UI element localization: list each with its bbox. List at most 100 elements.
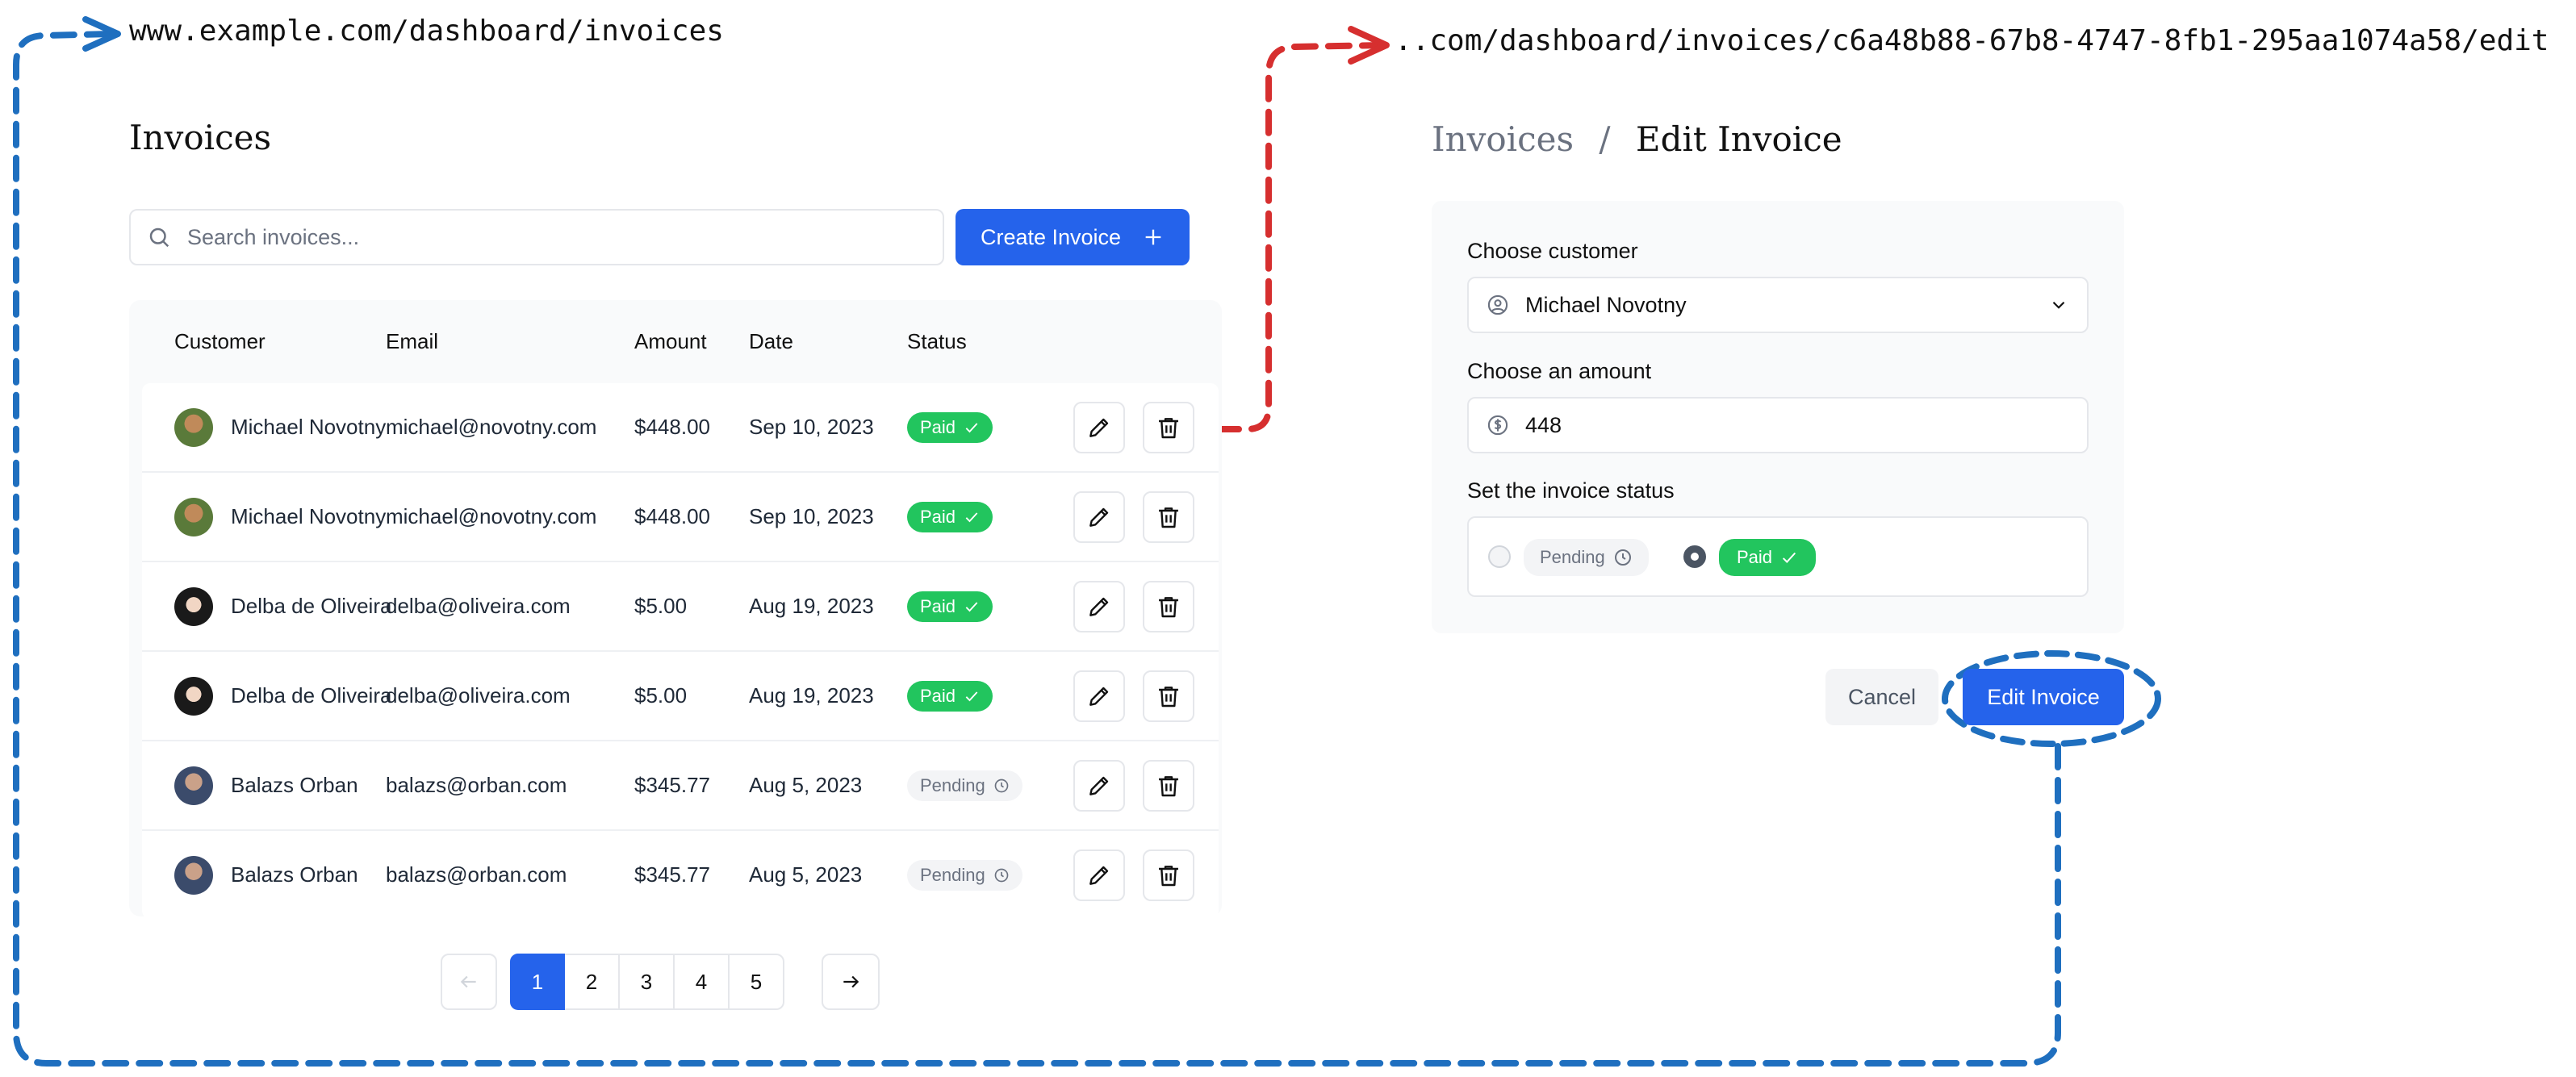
trash-icon: [1159, 776, 1178, 797]
status-option-paid[interactable]: Paid: [1719, 539, 1817, 576]
column-amount: Amount: [634, 329, 707, 353]
delete-invoice-button[interactable]: [1143, 581, 1194, 632]
invoice-amount: $5.00: [634, 594, 688, 618]
delete-invoice-button[interactable]: [1143, 670, 1194, 722]
invoice-date: Sep 10, 2023: [749, 415, 874, 439]
avatar: [174, 855, 213, 895]
status-label: Paid: [920, 595, 956, 616]
search-input[interactable]: [186, 223, 915, 251]
pencil-icon: [1089, 418, 1109, 437]
status-badge: Pending: [907, 770, 1022, 801]
avatar: [174, 676, 213, 716]
delete-invoice-button[interactable]: [1143, 491, 1194, 543]
customer-email: balazs@orban.com: [386, 862, 567, 887]
edit-invoice-button[interactable]: [1073, 760, 1125, 812]
invoice-amount: $345.77: [634, 773, 710, 797]
status-label: Paid: [920, 506, 956, 527]
status-radio-group: Pending Paid: [1467, 516, 2089, 597]
pencil-icon: [1089, 776, 1109, 795]
invoice-date: Aug 19, 2023: [749, 594, 874, 618]
status-label-heading: Set the invoice status: [1467, 478, 1675, 503]
table-row: Delba de Oliveira delba@oliveira.com $5.…: [142, 562, 1219, 652]
breadcrumb-separator: /: [1599, 119, 1611, 159]
breadcrumb-parent[interactable]: Invoices: [1432, 119, 1574, 159]
customer-select-value: Michael Novotny: [1525, 292, 1687, 317]
pencil-icon: [1089, 687, 1109, 706]
pagination-page-2[interactable]: 2: [565, 954, 620, 1010]
avatar: [174, 587, 213, 626]
pagination-page-3[interactable]: 3: [620, 954, 675, 1010]
dollar-icon: [1487, 415, 1508, 436]
trash-icon: [1159, 866, 1178, 887]
customer-email: balazs@orban.com: [386, 773, 567, 797]
customer-name: Michael Novotny: [231, 504, 387, 528]
delete-invoice-button[interactable]: [1143, 760, 1194, 812]
invoice-date: Sep 10, 2023: [749, 504, 874, 528]
search-icon: [149, 228, 169, 248]
pagination-page-5[interactable]: 5: [730, 954, 784, 1010]
breadcrumb: Invoices / Edit Invoice: [1432, 119, 1842, 159]
radio-pending[interactable]: [1488, 545, 1511, 568]
status-option-pending[interactable]: Pending: [1524, 539, 1649, 576]
status-badge: Paid: [907, 501, 993, 532]
customer-email: michael@novotny.com: [386, 415, 597, 439]
table-row: Balazs Orban balazs@orban.com $345.77 Au…: [142, 831, 1219, 919]
page-title: Invoices: [129, 118, 272, 157]
trash-icon: [1159, 507, 1178, 528]
user-circle-icon: [1487, 294, 1508, 315]
edit-invoice-button[interactable]: [1073, 402, 1125, 453]
check-icon: [1783, 552, 1796, 563]
customer-label: Choose customer: [1467, 239, 1638, 263]
edit-invoice-submit-button[interactable]: Edit Invoice: [1963, 669, 2124, 725]
edit-invoice-button[interactable]: [1073, 849, 1125, 901]
amount-label: Choose an amount: [1467, 359, 1652, 383]
delete-invoice-button[interactable]: [1143, 402, 1194, 453]
edit-invoice-button[interactable]: [1073, 670, 1125, 722]
edit-invoice-button[interactable]: [1073, 491, 1125, 543]
table-body: Michael Novotny michael@novotny.com $448…: [142, 383, 1219, 919]
pagination-next-button[interactable]: [822, 954, 880, 1010]
search-box: [129, 209, 944, 265]
trash-icon: [1159, 597, 1178, 618]
avatar: [174, 407, 213, 447]
customer-name: Balazs Orban: [231, 773, 358, 797]
clock-icon: [993, 867, 1010, 883]
pagination-page-1[interactable]: 1: [510, 954, 565, 1010]
status-option-paid-label: Paid: [1737, 547, 1773, 567]
amount-input[interactable]: 448: [1467, 397, 2089, 453]
invoice-amount: $448.00: [634, 415, 710, 439]
invoice-amount: $448.00: [634, 504, 710, 528]
amount-input-value: 448: [1525, 412, 1562, 437]
cancel-button[interactable]: Cancel: [1825, 669, 1938, 725]
customer-email: delba@oliveira.com: [386, 683, 571, 708]
status-label: Paid: [920, 685, 956, 706]
clock-icon: [1614, 549, 1631, 566]
plus-icon: [1145, 229, 1161, 245]
delete-invoice-button[interactable]: [1143, 849, 1194, 901]
edit-invoice-button[interactable]: [1073, 581, 1125, 632]
radio-paid[interactable]: [1683, 545, 1706, 568]
customer-name: Balazs Orban: [231, 862, 358, 887]
create-invoice-button[interactable]: Create Invoice: [956, 209, 1190, 265]
check-icon: [964, 420, 980, 436]
table-row: Michael Novotny michael@novotny.com $448…: [142, 383, 1219, 473]
chevron-down-icon: [2052, 301, 2065, 309]
blue-arrowhead: [82, 16, 121, 52]
status-badge: Paid: [907, 591, 993, 622]
trash-icon: [1159, 418, 1178, 439]
check-icon: [964, 688, 980, 704]
pagination-prev-button[interactable]: [441, 954, 497, 1010]
check-icon: [964, 509, 980, 525]
status-badge: Pending: [907, 859, 1022, 891]
create-invoice-label: Create Invoice: [980, 224, 1122, 249]
trash-icon: [1159, 687, 1178, 708]
customer-select[interactable]: Michael Novotny: [1467, 277, 2089, 333]
pencil-icon: [1089, 597, 1109, 616]
avatar: [174, 497, 213, 536]
pagination-page-4[interactable]: 4: [675, 954, 730, 1010]
table-row: Michael Novotny michael@novotny.com $448…: [142, 473, 1219, 562]
customer-email: delba@oliveira.com: [386, 594, 571, 618]
column-customer: Customer: [174, 329, 266, 353]
clock-icon: [993, 778, 1010, 794]
status-badge: Paid: [907, 411, 993, 443]
